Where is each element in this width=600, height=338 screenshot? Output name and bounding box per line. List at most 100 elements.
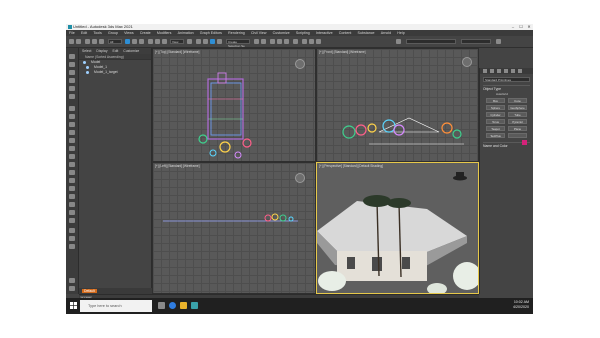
textplus-button[interactable]: TextPlus (486, 133, 505, 138)
box-button[interactable]: Box (486, 98, 505, 103)
modify-tool-icon[interactable] (69, 62, 75, 67)
render-frame-icon[interactable] (309, 39, 314, 44)
shapes-icon[interactable] (69, 162, 75, 167)
viewport-perspective[interactable]: [+] [Perspective] [Standard] [Default Sh… (316, 162, 479, 294)
3dsmax-icon[interactable] (191, 302, 198, 309)
eye-icon[interactable] (86, 66, 89, 69)
spinner-snap-icon[interactable] (217, 39, 222, 44)
workspace-dropdown[interactable] (406, 39, 456, 44)
groups-icon[interactable] (69, 202, 75, 207)
rectangle-selection-icon[interactable] (139, 39, 144, 44)
plane-button[interactable]: Plane (508, 126, 527, 131)
task-view-icon[interactable] (158, 302, 165, 309)
tab-display[interactable]: Display (96, 49, 107, 53)
camera-hat-icon[interactable] (453, 171, 467, 181)
autogrid-checkbox[interactable]: AutoGrid (496, 92, 533, 96)
redo-icon[interactable] (76, 39, 81, 44)
mirror-icon[interactable] (254, 39, 259, 44)
viewport-front[interactable]: [+] [Front] [Standard] [Wireframe] (316, 48, 479, 162)
material-editor-icon[interactable] (293, 39, 298, 44)
geometry-icon[interactable] (69, 170, 75, 175)
schematic-view-icon[interactable] (284, 39, 289, 44)
settings-icon[interactable] (69, 228, 75, 233)
viewport-label[interactable]: [+] [Left] [Standard] [Wireframe] (155, 164, 200, 168)
reference-coord-dropdown[interactable]: View (170, 39, 184, 44)
create-tool-icon[interactable] (69, 54, 75, 59)
snap-toggle-icon[interactable] (196, 39, 201, 44)
viewport-label[interactable]: [+] [Top] [Standard] [Wireframe] (155, 50, 199, 54)
freeze-icon[interactable] (69, 130, 75, 135)
list-item[interactable]: Model_1_target (79, 70, 151, 75)
display-tool-icon[interactable] (69, 86, 75, 91)
scale-icon[interactable] (162, 39, 167, 44)
edge-icon[interactable] (169, 302, 176, 309)
rotate-icon[interactable] (155, 39, 160, 44)
visibility-icon[interactable] (69, 278, 75, 283)
hide-icon[interactable] (69, 122, 75, 127)
percent-snap-icon[interactable] (210, 39, 215, 44)
link-icon[interactable] (85, 39, 90, 44)
layers-icon[interactable] (69, 114, 75, 119)
selection-filter-dropdown[interactable]: All (108, 39, 122, 44)
viewport-left[interactable]: [+] [Left] [Standard] [Wireframe] (152, 162, 316, 294)
select-by-name-icon[interactable] (132, 39, 137, 44)
empty-button[interactable] (508, 133, 527, 138)
curve-editor-icon[interactable] (277, 39, 282, 44)
hierarchy-tab-icon[interactable] (497, 69, 501, 73)
tab-select[interactable]: Select (82, 49, 91, 53)
pivot-center-icon[interactable] (187, 39, 192, 44)
unlink-icon[interactable] (92, 39, 97, 44)
tube-button[interactable]: Tube (508, 112, 527, 117)
system-clock[interactable]: 10:02 AM 4/20/2020 (513, 300, 529, 310)
align-icon[interactable] (261, 39, 266, 44)
filter-icon[interactable] (69, 106, 75, 111)
user-icon[interactable] (396, 39, 401, 44)
viewcube-icon[interactable] (295, 59, 305, 69)
hierarchy-tool-icon[interactable] (69, 70, 75, 75)
render-setup-icon[interactable] (302, 39, 307, 44)
viewport-label[interactable]: [+] [Perspective] [Standard] [Default Sh… (319, 164, 383, 168)
xref-icon[interactable] (69, 210, 75, 215)
windows-start-icon[interactable] (70, 302, 77, 309)
cameras-icon[interactable] (69, 146, 75, 151)
render-icon[interactable] (316, 39, 321, 44)
taskbar-search-input[interactable]: Type here to search (80, 300, 152, 312)
layer-explorer-icon[interactable] (270, 39, 275, 44)
undo-icon[interactable] (69, 39, 74, 44)
pyramid-button[interactable]: Pyramid (508, 119, 527, 124)
file-explorer-icon[interactable] (180, 302, 187, 309)
bone-icon[interactable] (69, 186, 75, 191)
tab-edit[interactable]: Edit (112, 49, 118, 53)
teapot-button[interactable]: Teapot (486, 126, 505, 131)
object-color-swatch[interactable] (522, 140, 527, 145)
viewcube-icon[interactable] (295, 173, 305, 183)
move-icon[interactable] (148, 39, 153, 44)
geosphere-button[interactable]: GeoSphere (508, 105, 527, 110)
utilities-tab-icon[interactable] (518, 69, 522, 73)
cone-button[interactable]: Cone (508, 98, 527, 103)
eye-icon[interactable] (83, 61, 86, 64)
display-tab-icon[interactable] (511, 69, 515, 73)
viewport-label[interactable]: [+] [Front] [Standard] [Wireframe] (319, 50, 366, 54)
project-dropdown[interactable] (461, 39, 491, 44)
sphere-button[interactable]: Sphere (486, 105, 505, 110)
select-object-icon[interactable] (125, 39, 130, 44)
layer-selector[interactable]: Default (82, 289, 97, 293)
modify-tab-icon[interactable] (490, 69, 494, 73)
viewcube-icon[interactable] (462, 57, 472, 67)
helpers-icon[interactable] (69, 154, 75, 159)
viewport-top[interactable]: [+] [Top] [Standard] [Wireframe] (152, 48, 316, 162)
object-type-heading[interactable]: Object Type (483, 85, 530, 91)
tab-customize[interactable]: Customize (123, 49, 139, 53)
particles-icon[interactable] (69, 178, 75, 183)
utilities-tool-icon[interactable] (69, 94, 75, 99)
container-icon[interactable] (69, 218, 75, 223)
lock-icon[interactable] (69, 286, 75, 291)
angle-snap-icon[interactable] (203, 39, 208, 44)
cylinder-button[interactable]: Cylinder (486, 112, 505, 117)
snapshot-icon[interactable] (69, 236, 75, 241)
named-selection-dropdown[interactable]: Create Selection Se (226, 39, 250, 48)
create-tab-icon[interactable] (483, 69, 487, 73)
folder-icon[interactable] (496, 39, 501, 44)
torus-button[interactable]: Torus (486, 119, 505, 124)
